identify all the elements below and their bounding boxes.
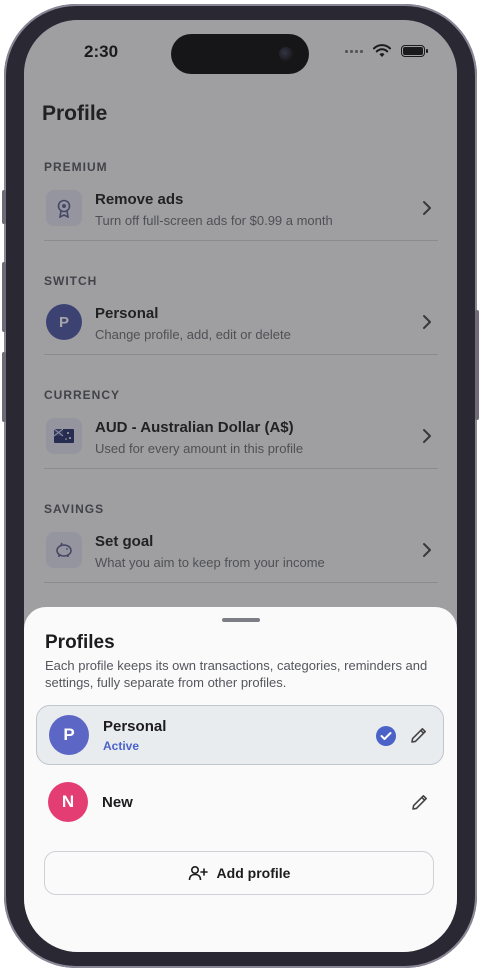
avatar: P: [49, 715, 89, 755]
volume-up-button: [2, 262, 6, 332]
power-button: [475, 310, 479, 420]
add-profile-label: Add profile: [216, 865, 291, 881]
action-button: [2, 190, 6, 224]
edit-pencil-icon[interactable]: [410, 792, 430, 812]
volume-down-button: [2, 352, 6, 422]
profile-row-new[interactable]: N New: [36, 773, 444, 833]
sheet-title: Profiles: [45, 632, 115, 653]
sheet-description: Each profile keeps its own transactions,…: [45, 658, 428, 690]
add-profile-button[interactable]: Add profile: [44, 851, 434, 895]
profile-name: Personal: [103, 718, 167, 735]
avatar: N: [48, 782, 88, 822]
profiles-bottom-sheet: Profiles Each profile keeps its own tran…: [24, 607, 457, 952]
edit-pencil-icon[interactable]: [409, 725, 429, 745]
profile-status-badge: Active: [103, 739, 140, 753]
profile-name: New: [102, 794, 133, 811]
check-icon: [376, 726, 396, 746]
sheet-drag-handle[interactable]: [222, 618, 260, 622]
profile-row-personal[interactable]: P Personal Active: [36, 705, 444, 765]
add-person-icon: [188, 865, 208, 881]
screen: 2:30 Profile PREMIUM Remove ads Turn off…: [24, 20, 457, 952]
